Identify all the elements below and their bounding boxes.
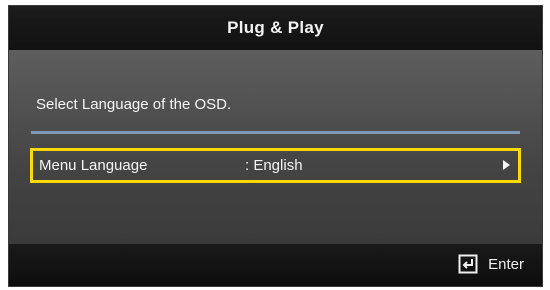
enter-label: Enter — [488, 255, 524, 273]
footer-bar: Enter — [9, 244, 542, 286]
menu-language-value: : English — [245, 157, 303, 174]
osd-dialog: Plug & Play Select Language of the OSD. … — [8, 5, 543, 287]
arrow-right-icon — [503, 160, 510, 170]
enter-icon — [458, 254, 478, 274]
prompt-text: Select Language of the OSD. — [36, 96, 232, 113]
enter-button[interactable]: Enter — [458, 254, 524, 274]
menu-language-row[interactable]: Menu Language : English — [30, 148, 521, 183]
menu-language-label: Menu Language — [39, 157, 148, 174]
divider — [31, 131, 520, 134]
dialog-title: Plug & Play — [227, 18, 324, 37]
dialog-content: Select Language of the OSD. Menu Languag… — [9, 50, 542, 244]
title-bar: Plug & Play — [9, 6, 542, 50]
